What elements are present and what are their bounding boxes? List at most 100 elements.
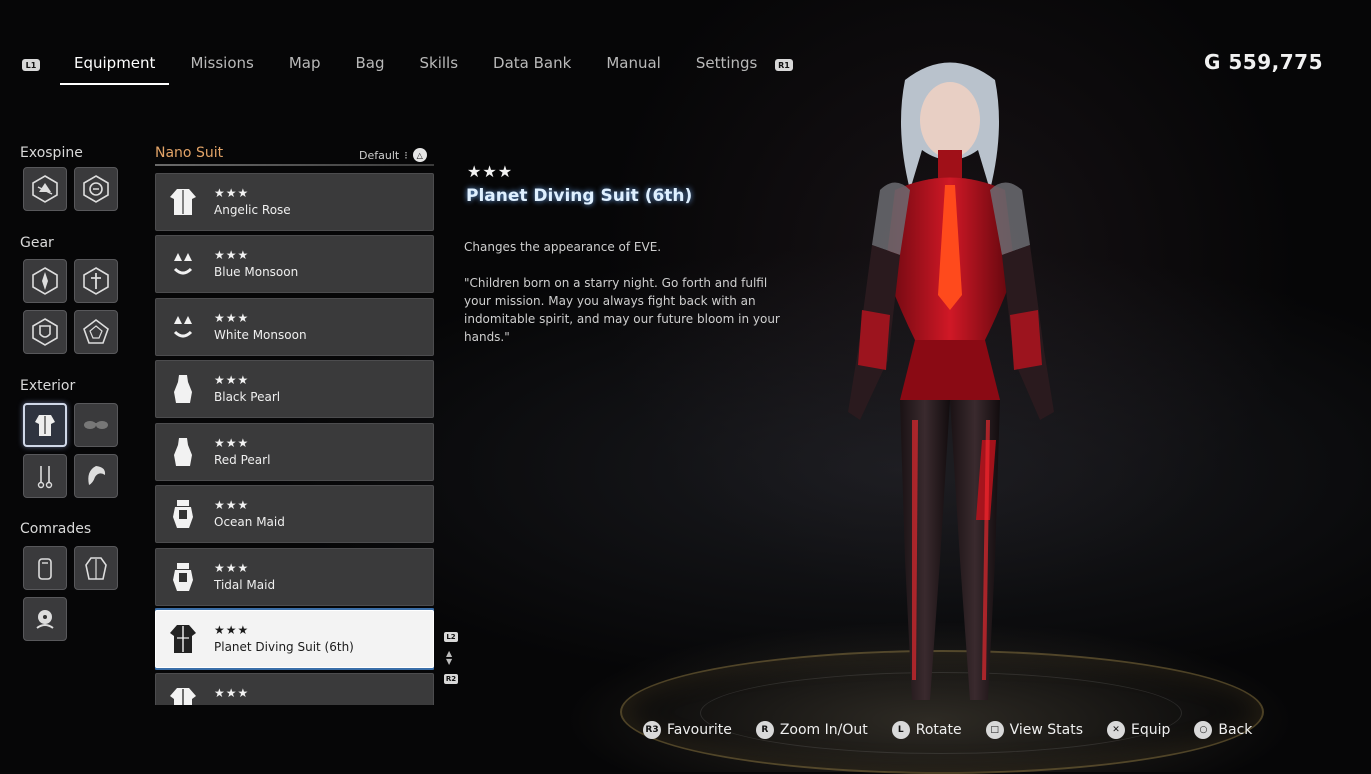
- item-name: Black Pearl: [214, 390, 281, 404]
- prompt-zoom[interactable]: R Zoom In/Out: [755, 721, 868, 739]
- list-item[interactable]: ★★★ Ocean Maid: [155, 485, 434, 543]
- prompt-label: Equip: [1131, 722, 1171, 738]
- gear-slot-3[interactable]: [23, 310, 67, 354]
- square-button-icon: □: [985, 721, 1004, 739]
- item-rarity-stars: ★★★: [214, 561, 250, 575]
- exospine-module-icon: [83, 175, 109, 203]
- gear-module-icon: [83, 267, 109, 295]
- list-item[interactable]: ★★★: [155, 673, 434, 705]
- list-item[interactable]: ★★★ Blue Monsoon: [155, 235, 434, 293]
- category-title-exospine: Exospine: [20, 145, 83, 161]
- exospine-slot-1[interactable]: [23, 167, 67, 211]
- triangle-button-icon[interactable]: △: [412, 148, 427, 162]
- exterior-slot-earrings[interactable]: [23, 454, 67, 498]
- list-item[interactable]: ★★★ Red Pearl: [155, 423, 434, 481]
- detail-item-name: Planet Diving Suit (6th): [466, 186, 693, 206]
- eve-character-model[interactable]: [800, 40, 1100, 740]
- bikini-icon: [173, 253, 193, 275]
- scroll-down-hint[interactable]: R2: [444, 674, 458, 684]
- item-rarity-stars: ★★★: [214, 498, 250, 512]
- circle-button-icon: ○: [1194, 721, 1213, 739]
- coat-icon: [85, 557, 107, 580]
- exospine-slot-2[interactable]: [74, 167, 118, 211]
- prompt-rotate[interactable]: L Rotate: [891, 721, 962, 739]
- nano-suit-list[interactable]: ★★★ Angelic Rose ★★★ Blue Monsoon ★★★ Wh…: [155, 173, 434, 705]
- suit-icon: [35, 415, 55, 436]
- gear-pentagon-icon: [83, 319, 109, 344]
- prompt-back[interactable]: ○ Back: [1194, 721, 1252, 739]
- item-rarity-stars: ★★★: [214, 311, 250, 325]
- l1-trigger-hint[interactable]: L1: [22, 59, 40, 71]
- comrade-slot-1[interactable]: [23, 546, 67, 590]
- dress-icon: [174, 375, 192, 403]
- list-item-selected[interactable]: ★★★ Planet Diving Suit (6th): [155, 610, 434, 668]
- exterior-slot-nano-suit[interactable]: [23, 403, 67, 447]
- tab-skills[interactable]: Skills: [420, 52, 459, 80]
- hairstyle-icon: [88, 466, 106, 485]
- gear-slot-1[interactable]: [23, 259, 67, 303]
- list-item[interactable]: ★★★ Angelic Rose: [155, 173, 434, 231]
- item-rarity-stars: ★★★: [214, 248, 250, 262]
- tab-manual[interactable]: Manual: [606, 52, 661, 80]
- scroll-arrows-icon: ▲ ▼: [446, 649, 453, 666]
- list-divider: [155, 164, 434, 166]
- maid-outfit-icon: [173, 500, 193, 528]
- gear-slot-2[interactable]: [74, 259, 118, 303]
- sunglasses-icon: [84, 421, 108, 429]
- prompt-label: Favourite: [667, 722, 732, 738]
- exospine-module-icon: [32, 175, 58, 203]
- list-title: Nano Suit: [155, 145, 224, 161]
- diving-suit-icon: [170, 625, 196, 653]
- prompt-favourite[interactable]: R3 Favourite: [643, 721, 732, 739]
- r3-button-icon: R3: [643, 721, 661, 739]
- item-name: White Monsoon: [214, 328, 307, 342]
- list-item[interactable]: ★★★ Tidal Maid: [155, 548, 434, 606]
- tab-equipment[interactable]: Equipment: [59, 52, 170, 85]
- detail-flavor-text: "Children born on a starry night. Go for…: [464, 276, 780, 344]
- exterior-slot-hairstyle[interactable]: [74, 454, 118, 498]
- prompt-equip[interactable]: ✕ Equip: [1107, 721, 1170, 739]
- item-rarity-stars: ★★★: [214, 686, 250, 700]
- tab-missions[interactable]: Missions: [190, 52, 253, 80]
- category-title-exterior: Exterior: [20, 378, 76, 394]
- prompt-view-stats[interactable]: □ View Stats: [985, 721, 1084, 739]
- left-stick-icon: L: [891, 721, 910, 739]
- comrade-slot-2[interactable]: [74, 546, 118, 590]
- list-item[interactable]: ★★★ Black Pearl: [155, 360, 434, 418]
- detail-rarity-stars: ★★★: [467, 162, 514, 181]
- jacket-icon: [170, 189, 196, 215]
- sort-label: Default: [359, 148, 400, 162]
- tab-settings[interactable]: Settings: [696, 52, 758, 80]
- item-name: Blue Monsoon: [214, 265, 299, 279]
- prompt-label: Rotate: [915, 722, 962, 738]
- dress-icon: [174, 438, 192, 466]
- prompt-label: Back: [1218, 722, 1253, 738]
- detail-description: Changes the appearance of EVE.: [464, 240, 662, 254]
- currency-amount: G 559,775: [1204, 50, 1323, 74]
- tab-data-bank[interactable]: Data Bank: [493, 52, 571, 80]
- drone-companion-icon: [36, 610, 54, 629]
- sort-control[interactable]: Default ⁝ △: [359, 148, 427, 162]
- tab-bag[interactable]: Bag: [356, 52, 385, 80]
- item-rarity-stars: ★★★: [214, 373, 250, 387]
- sort-separator: ⁝: [404, 148, 408, 162]
- category-title-comrades: Comrades: [20, 521, 92, 537]
- r2-trigger-hint: R2: [444, 674, 458, 684]
- list-item[interactable]: ★★★ White Monsoon: [155, 298, 434, 356]
- tab-map[interactable]: Map: [289, 52, 321, 80]
- main-tabs: Equipment Missions Map Bag Skills Data B…: [59, 52, 792, 85]
- l2-trigger-hint: L2: [444, 632, 458, 642]
- item-name: Red Pearl: [214, 453, 271, 467]
- item-name: Planet Diving Suit (6th): [214, 640, 354, 654]
- exterior-slot-glasses[interactable]: [74, 403, 118, 447]
- gear-module-icon: [32, 267, 58, 295]
- prompt-label: View Stats: [1009, 722, 1084, 738]
- diving-suit-icon: [170, 688, 196, 705]
- gear-slot-4[interactable]: [74, 310, 118, 354]
- category-title-gear: Gear: [20, 235, 54, 251]
- gear-shield-icon: [32, 318, 58, 346]
- comrade-slot-3[interactable]: [23, 597, 67, 641]
- r1-trigger-hint[interactable]: R1: [775, 59, 793, 71]
- scroll-up-hint[interactable]: L2: [444, 632, 458, 642]
- item-rarity-stars: ★★★: [214, 186, 250, 200]
